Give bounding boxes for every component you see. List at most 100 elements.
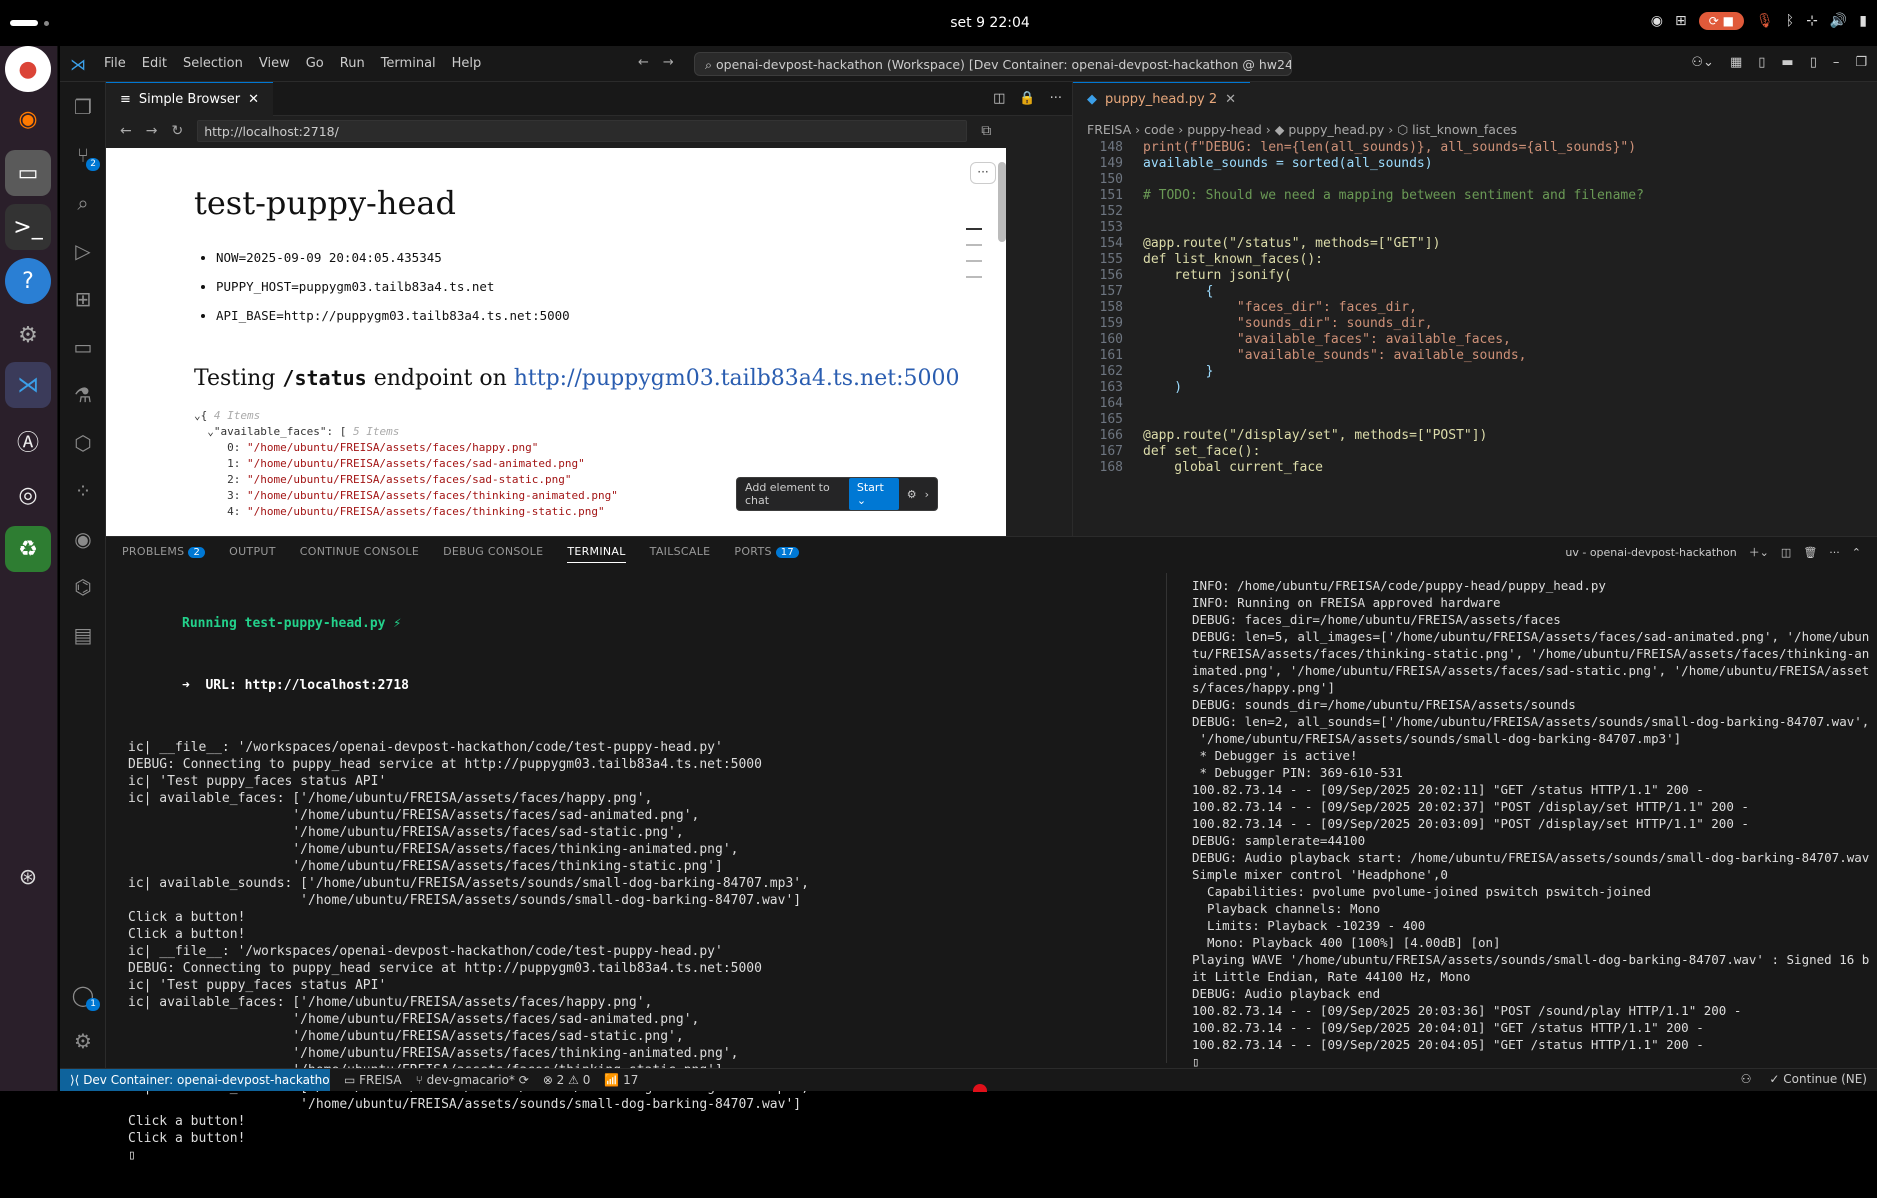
- terminal-left[interactable]: Running test-puppy-head.py ⚡ ➜ URL: http…: [128, 581, 809, 1198]
- chat-icon[interactable]: ▤: [70, 622, 96, 648]
- terminal-icon[interactable]: >_: [5, 204, 51, 250]
- json-line[interactable]: ⌄{ 4 Items: [194, 408, 618, 424]
- run-debug-icon[interactable]: ▷: [70, 238, 96, 264]
- code-line[interactable]: 158 "faces_dir": faces_dir,: [1073, 300, 1644, 316]
- remote-explorer-icon[interactable]: ▭: [70, 334, 96, 360]
- code-line[interactable]: 155 def list_known_faces():: [1073, 252, 1644, 268]
- tailscale-icon[interactable]: ⁘: [70, 478, 96, 504]
- folder-item[interactable]: ▭ FREISA: [344, 1073, 402, 1087]
- tab-ports[interactable]: PORTS 17: [734, 545, 800, 563]
- breadcrumb[interactable]: FREISA › code › puppy-head › ◆ puppy_hea…: [1087, 122, 1517, 137]
- close-icon[interactable]: ✕: [248, 92, 259, 107]
- browser-scrollbar[interactable]: [998, 162, 1006, 242]
- battery-icon[interactable]: ▮: [1859, 13, 1867, 29]
- minimize-icon[interactable]: –: [1833, 55, 1840, 70]
- terminal-right-output[interactable]: INFO: /home/ubuntu/FREISA/code/puppy-hea…: [1192, 577, 1869, 1070]
- containers-icon[interactable]: ⬡: [70, 430, 96, 456]
- menu-help[interactable]: Help: [452, 56, 482, 71]
- tab-problems[interactable]: PROBLEMS 2: [122, 545, 206, 563]
- terminal-name[interactable]: uv - openai-devpost-hackathon: [1565, 546, 1736, 559]
- code-line[interactable]: 164: [1073, 396, 1644, 412]
- obs-icon[interactable]: ◎: [5, 472, 51, 518]
- manage-gear-icon[interactable]: ⚙: [70, 1028, 96, 1054]
- reload-icon[interactable]: ↻: [171, 123, 183, 139]
- toggle-sidebar-icon[interactable]: ▯: [1758, 55, 1765, 70]
- back-icon[interactable]: ←: [120, 123, 132, 139]
- code-line[interactable]: 156 return jsonify(: [1073, 268, 1644, 284]
- url-value[interactable]: http://localhost:2718: [245, 678, 409, 693]
- extensions-icon[interactable]: ⊞: [70, 286, 96, 312]
- wired-network-icon[interactable]: ⊹: [1806, 13, 1818, 29]
- more-actions-icon[interactable]: ···: [1829, 546, 1840, 559]
- code-line[interactable]: 162 }: [1073, 364, 1644, 380]
- trash-icon[interactable]: ♻: [5, 526, 51, 572]
- code-line[interactable]: 151 # TODO: Should we need a mapping betw…: [1073, 188, 1644, 204]
- files-icon[interactable]: ▭: [5, 150, 51, 196]
- firefox-icon[interactable]: ◉: [5, 96, 51, 142]
- menu-terminal[interactable]: Terminal: [381, 56, 436, 71]
- code-line[interactable]: 150: [1073, 172, 1644, 188]
- continue-item[interactable]: ✓ Continue (NE): [1769, 1072, 1867, 1086]
- split-terminal-icon[interactable]: ◫: [1781, 546, 1791, 559]
- toggle-secondary-sidebar-icon[interactable]: ▯: [1810, 55, 1817, 70]
- bluetooth-icon[interactable]: ᛒ: [1786, 13, 1794, 29]
- trash-icon[interactable]: 🗑: [1803, 546, 1817, 559]
- github-icon[interactable]: ◉: [70, 526, 96, 552]
- screen-record-icon[interactable]: ⟳ ■: [1698, 12, 1744, 30]
- toggle-panel-icon[interactable]: ▬: [1781, 55, 1793, 70]
- activities-indicator[interactable]: [10, 20, 38, 26]
- code-line[interactable]: 161 "available_sounds": available_sounds…: [1073, 348, 1644, 364]
- search-icon[interactable]: ⌕: [70, 190, 96, 216]
- close-icon[interactable]: ✕: [1225, 92, 1236, 107]
- branch-item[interactable]: ⑂ dev-gmacario* ⟳: [416, 1073, 529, 1087]
- terminal-divider[interactable]: [1166, 573, 1167, 1063]
- menu-view[interactable]: View: [259, 56, 290, 71]
- lock-icon[interactable]: 🔒: [1019, 91, 1035, 106]
- code-line[interactable]: 160 "available_faces": available_faces,: [1073, 332, 1644, 348]
- tab-simple-browser[interactable]: ≡ Simple Browser ✕: [106, 82, 274, 116]
- mic-icon[interactable]: 🎙: [1756, 13, 1774, 29]
- code-line[interactable]: 168 global current_face: [1073, 460, 1644, 476]
- code-line[interactable]: 152: [1073, 204, 1644, 220]
- add-terminal-icon[interactable]: ＋⌄: [1749, 544, 1769, 560]
- copilot-icon[interactable]: ⚇⌄: [1691, 55, 1714, 70]
- code-line[interactable]: 159 "sounds_dir": sounds_dir,: [1073, 316, 1644, 332]
- more-actions-icon[interactable]: ···: [1050, 91, 1062, 106]
- tab-terminal[interactable]: TERMINAL: [567, 545, 626, 563]
- tab-tailscale[interactable]: TAILSCALE: [650, 545, 711, 563]
- volume-icon[interactable]: 🔊: [1830, 13, 1847, 29]
- code-line[interactable]: 154 @app.route("/status", methods=["GET"]…: [1073, 236, 1644, 252]
- command-center[interactable]: ⌕ openai-devpost-hackathon (Workspace) […: [694, 52, 1292, 76]
- chrome-icon[interactable]: ●: [5, 46, 51, 92]
- menu-edit[interactable]: Edit: [142, 56, 167, 71]
- forward-icon[interactable]: →: [146, 123, 158, 139]
- menu-selection[interactable]: Selection: [183, 56, 243, 71]
- network-tray-icon[interactable]: ⊞: [1675, 13, 1687, 29]
- menu-go[interactable]: Go: [306, 56, 324, 71]
- code-line[interactable]: 148 print(f"DEBUG: len={len(all_sounds)},…: [1073, 140, 1644, 156]
- gear-icon[interactable]: ⚙: [907, 488, 917, 501]
- ports-item[interactable]: 📶 17: [604, 1073, 638, 1087]
- code-line[interactable]: 165: [1073, 412, 1644, 428]
- open-external-icon[interactable]: ⧉: [981, 123, 991, 139]
- chevron-right-icon[interactable]: ›: [925, 488, 929, 501]
- start-button[interactable]: Start ⌄: [848, 478, 899, 510]
- code-line[interactable]: 166 @app.route("/display/set", methods=["…: [1073, 428, 1644, 444]
- accounts-icon[interactable]: ◯ 1: [70, 982, 100, 1011]
- settings-icon[interactable]: ⚙: [5, 312, 51, 358]
- code-line[interactable]: 167 def set_face():: [1073, 444, 1644, 460]
- toc-indicator[interactable]: [966, 228, 982, 292]
- show-apps-icon[interactable]: ⊛: [5, 854, 51, 900]
- maximize-icon[interactable]: ❐: [1855, 55, 1867, 70]
- remote-indicator[interactable]: ⟩⟨ Dev Container: openai-devpost-hackath…: [60, 1069, 330, 1091]
- explorer-icon[interactable]: ❐: [70, 94, 96, 120]
- help-icon[interactable]: ?: [5, 258, 51, 304]
- code-editor[interactable]: 148 print(f"DEBUG: len={len(all_sounds)},…: [1073, 140, 1644, 476]
- menu-run[interactable]: Run: [340, 56, 365, 71]
- forward-icon[interactable]: →: [663, 55, 674, 70]
- problems-item[interactable]: ⊗ 2 ⚠ 0: [543, 1073, 591, 1087]
- app-center-icon[interactable]: Ⓐ: [5, 418, 51, 464]
- testing-icon[interactable]: ⚗: [70, 382, 96, 408]
- api-link[interactable]: http://puppygm03.tailb83a4.ts.net:5000: [514, 366, 960, 391]
- back-icon[interactable]: ←: [638, 55, 649, 70]
